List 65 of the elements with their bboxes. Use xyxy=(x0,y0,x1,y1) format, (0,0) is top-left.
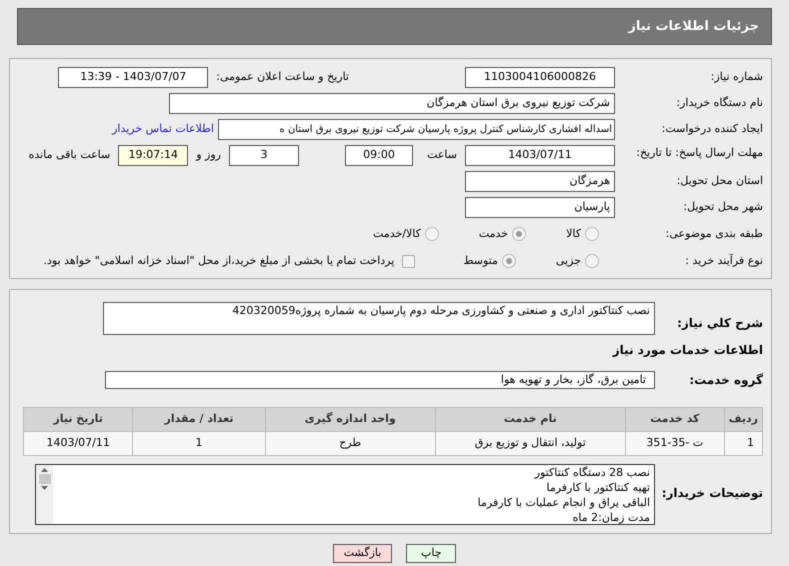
buyer-notes-textarea[interactable]: نصب 28 دستگاه کنتاکتور تهیه کنتاکتور با کارفرما الباقی یراق و انجام عملیات با کارفرما مدت زمان:2 ماه xyxy=(35,464,655,525)
radio-option[interactable]: جزیی xyxy=(540,252,615,270)
section-title: اطلاعات خدمات مورد نیاز xyxy=(612,343,763,357)
field-label: استان محل تحویل: xyxy=(676,174,763,188)
page-title: جزئیات اطلاعات نیاز xyxy=(628,18,759,36)
radio-option[interactable]: متوسط xyxy=(447,252,532,270)
field-label: نوع فرآیند خرید : xyxy=(685,254,763,267)
radio-icon[interactable] xyxy=(585,254,599,268)
radio-icon[interactable] xyxy=(502,254,516,268)
deadline-date-field: 1403/07/11 xyxy=(465,145,615,166)
radio-option[interactable]: کالا/خدمت xyxy=(357,226,455,242)
table-cell: 1 xyxy=(724,432,762,456)
field-label: مهلت ارسال پاسخ: تا تاریخ: xyxy=(636,146,763,159)
need-number-field: 1103004106000826 xyxy=(465,67,615,88)
print-button[interactable]: چاپ xyxy=(406,544,456,563)
remaining-time-field: 19:07:14 xyxy=(118,145,188,166)
scroll-up-icon[interactable] xyxy=(41,468,48,472)
column-header: نام خدمت xyxy=(435,408,626,432)
note-line: تهیه کنتاکتور با کارفرما xyxy=(545,480,650,495)
scrollbar[interactable] xyxy=(36,465,53,524)
summary-textarea[interactable]: نصب کنتاکتور اداری و صنعتی و کشاورزی مرحله دوم پارسیان به شماره پروژه420320059 xyxy=(103,302,655,335)
deadline-time-field: 09:00 xyxy=(345,145,413,166)
field-label: طبقه بندی موضوعی: xyxy=(666,226,763,240)
field-label: نام دستگاه خریدار: xyxy=(676,96,763,110)
field-label: گروه خدمت: xyxy=(688,372,763,389)
field-label: تاریخ و ساعت اعلان عمومی: xyxy=(216,69,349,86)
field-label: شماره نیاز: xyxy=(710,70,763,84)
radio-icon[interactable] xyxy=(585,227,599,241)
back-button[interactable]: بازگشت xyxy=(332,544,392,563)
column-header: ردیف xyxy=(724,408,762,432)
radio-icon[interactable] xyxy=(424,227,439,241)
note-line: مدت زمان:2 ماه xyxy=(572,510,650,525)
checkbox[interactable] xyxy=(402,254,416,268)
field-label: روز و xyxy=(196,147,221,163)
field-label: ساعت xyxy=(426,147,457,163)
column-header: واحد اندازه گیری xyxy=(265,408,436,432)
buyer-org-field: شرکت توزیع نیروی برق استان هرمزگان xyxy=(169,93,615,114)
scroll-thumb[interactable] xyxy=(38,474,50,484)
province-field: هرمزگان xyxy=(465,171,615,192)
payment-label: پرداخت تمام یا بخشی از مبلغ خرید،از محل "اسناد خزانه اسلامی" خواهد بود. xyxy=(44,252,394,269)
requester-field: اسداله افشاری کارشناس کنترل پروژه پارسیان شرکت توزیع نیروی برق استان ه xyxy=(218,119,615,140)
radio-icon[interactable] xyxy=(512,227,526,241)
radio-option[interactable]: کالا xyxy=(550,226,615,242)
column-header: تاریخ نیاز xyxy=(24,408,133,432)
note-line: الباقی یراق و انجام عملیات با کارفرما xyxy=(476,495,650,510)
table-cell: تولید، انتقال و توزیع برق xyxy=(435,432,626,456)
radio-option[interactable]: خدمت xyxy=(462,226,542,242)
field-label: شرح کلي نياز: xyxy=(676,315,763,332)
field-label: شهر محل تحویل: xyxy=(683,200,763,214)
note-line: نصب 28 دستگاه کنتاکتور xyxy=(533,465,650,480)
service-group-field: تامین برق، گاز، بخار و تهویه هوا xyxy=(105,371,655,389)
buyer-contact-link[interactable]: اطلاعات تماس خریدار xyxy=(112,121,214,138)
table-cell: 1403/07/11 xyxy=(24,432,133,456)
column-header: تعداد / مقدار xyxy=(132,408,266,432)
table-cell: ت -35-351 xyxy=(625,432,724,456)
field-label: ایجاد کننده درخواست: xyxy=(662,122,763,136)
column-header: کد خدمت xyxy=(625,408,724,432)
days-field: 3 xyxy=(229,145,299,166)
table-cell: 1 xyxy=(132,432,266,456)
announce-date-field: 1403/07/07 - 13:39 xyxy=(58,67,208,88)
table-cell: طرح xyxy=(265,432,436,456)
field-label: توضیحات خریدار: xyxy=(663,485,763,502)
scroll-down-icon[interactable] xyxy=(41,486,48,490)
city-field: پارسیان xyxy=(465,197,615,218)
field-label: ساعت باقی مانده xyxy=(28,147,110,163)
